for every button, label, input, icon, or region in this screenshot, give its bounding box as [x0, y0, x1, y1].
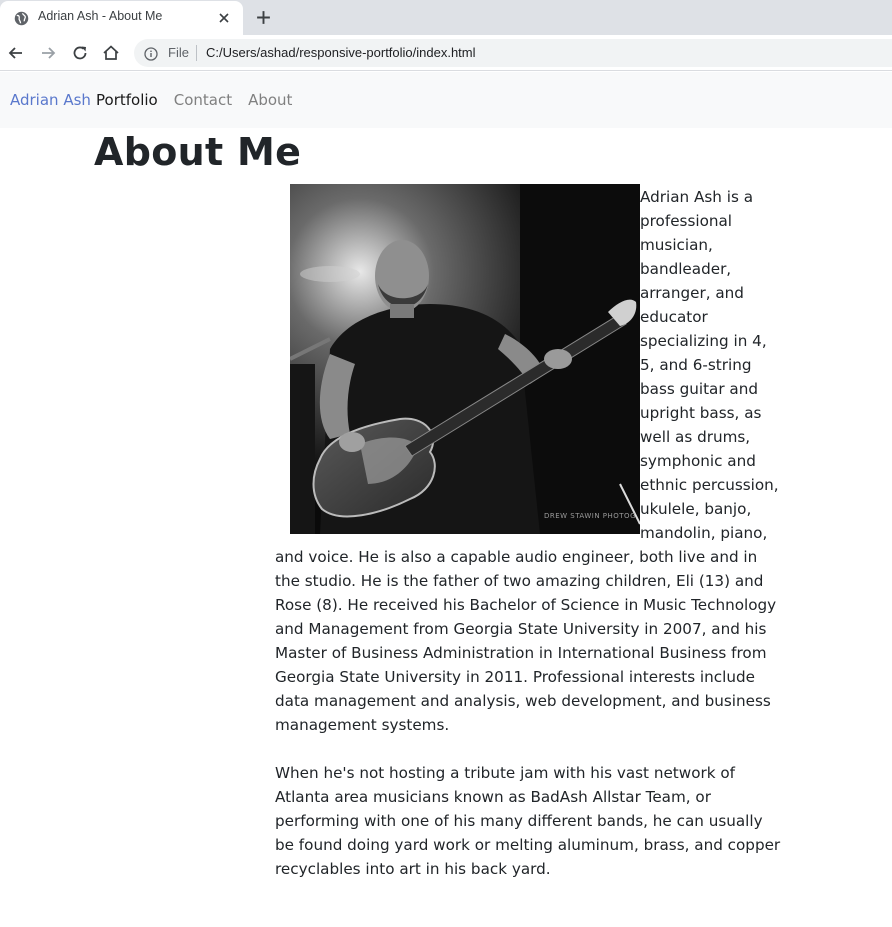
photo-watermark: DREW STAWIN PHOTOG: [543, 512, 636, 520]
address-bar[interactable]: File C:/Users/ashad/responsive-portfolio…: [134, 39, 892, 67]
browser-tabstrip: Adrian Ash - About Me: [0, 0, 892, 35]
tab-title: Adrian Ash - About Me: [38, 9, 163, 23]
url-text[interactable]: C:/Users/ashad/responsive-portfolio/inde…: [206, 45, 476, 60]
browser-toolbar: File C:/Users/ashad/responsive-portfolio…: [0, 35, 892, 71]
nav-link-contact[interactable]: Contact: [174, 91, 232, 109]
home-icon[interactable]: [101, 43, 121, 63]
nav-link-about[interactable]: About: [248, 91, 292, 109]
navbar-brand[interactable]: Adrian Ash: [10, 91, 91, 109]
about-content: DREW STAWIN PHOTOG Adrian Ash is a profe…: [275, 184, 785, 881]
reload-icon[interactable]: [70, 43, 90, 63]
site-navbar: Adrian Ash Portfolio Contact About: [0, 72, 892, 128]
omnibox-divider: [196, 45, 197, 61]
nav-links: Portfolio Contact About: [96, 91, 292, 109]
page-title: About Me: [94, 130, 302, 174]
scheme-label: File: [168, 45, 189, 60]
hobbies-paragraph: When he's not hosting a tribute jam with…: [275, 764, 781, 878]
globe-icon: [14, 11, 29, 26]
back-arrow-icon[interactable]: [6, 43, 26, 63]
info-icon[interactable]: [144, 46, 158, 61]
nav-link-portfolio[interactable]: Portfolio: [96, 91, 158, 109]
browser-tab[interactable]: Adrian Ash - About Me: [0, 1, 243, 35]
close-icon[interactable]: [216, 10, 232, 26]
forward-arrow-icon[interactable]: [38, 43, 58, 63]
new-tab-plus-icon[interactable]: [255, 9, 272, 26]
profile-photo: DREW STAWIN PHOTOG: [290, 184, 640, 534]
